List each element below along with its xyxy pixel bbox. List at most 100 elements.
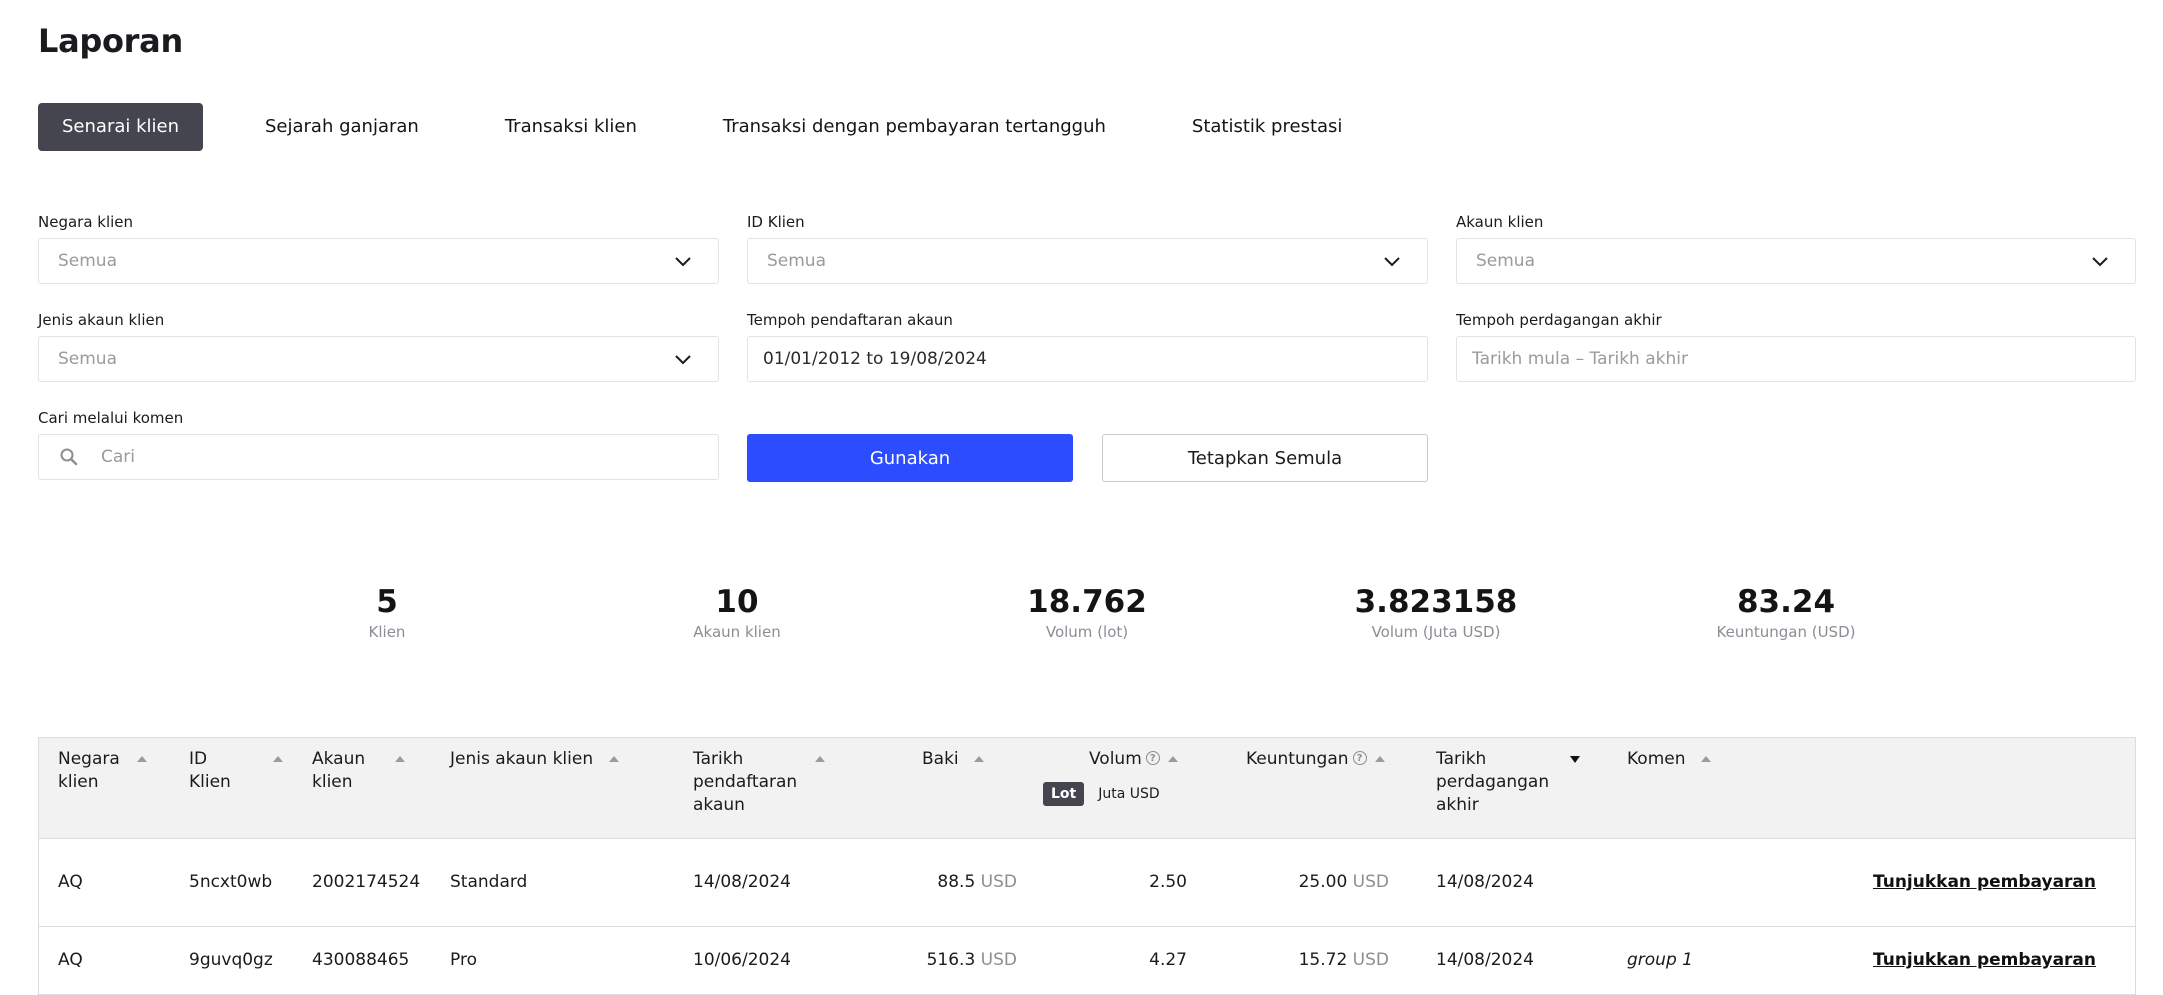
comment-search-input[interactable]: Cari — [38, 434, 719, 480]
header-text: Negara — [58, 749, 120, 769]
cell-account: 2002174524 — [312, 872, 421, 892]
search-icon — [60, 448, 78, 466]
table-header: Negara klien ID Klien Akaun klien Jenis … — [39, 738, 2135, 839]
sort-icon — [974, 756, 985, 762]
cell-comment: group 1 — [1627, 950, 1693, 970]
cell-country: AQ — [58, 872, 83, 892]
header-text: Klien — [189, 772, 231, 792]
header-text: Tarikh — [693, 749, 744, 769]
client-id-label: ID Klien — [747, 213, 805, 231]
registration-period-input[interactable]: 01/01/2012 to 19/08/2024 — [747, 336, 1428, 382]
currency: USD — [980, 950, 1017, 970]
last-trading-period-placeholder: Tarikh mula – Tarikh akhir — [1472, 349, 1688, 369]
sort-icon — [1700, 756, 1711, 762]
cell-last-trade-date: 14/08/2024 — [1436, 872, 1534, 892]
stat-label: Keuntungan (USD) — [1716, 623, 1856, 641]
client-country-label: Negara klien — [38, 213, 134, 231]
header-text: Komen — [1627, 749, 1686, 769]
chevron-down-icon — [1384, 257, 1400, 267]
header-comment[interactable]: Komen — [1627, 748, 1711, 771]
header-volume[interactable]: Volum? — [1089, 748, 1178, 771]
cell-profit: 25.00 USD — [1299, 839, 1389, 926]
tab-performance-stats[interactable]: Statistik prestasi — [1168, 103, 1367, 151]
show-payments-link[interactable]: Tunjukkan pembayaran — [1873, 927, 2096, 994]
header-text: Baki — [922, 749, 959, 769]
tab-reward-history[interactable]: Sejarah ganjaran — [241, 103, 443, 151]
cell-last-trade-date: 14/08/2024 — [1436, 950, 1534, 970]
client-account-label: Akaun klien — [1456, 213, 1544, 231]
header-text: Tarikh — [1436, 749, 1487, 769]
report-tabs: Senarai klien Sejarah ganjaran Transaksi… — [38, 103, 1404, 151]
cell-volume: 2.50 — [1149, 872, 1187, 892]
client-id-value: Semua — [767, 251, 827, 271]
chevron-down-icon — [675, 355, 691, 365]
stat-volume-musd: 3.823158 Volum (Juta USD) — [1306, 583, 1566, 641]
comment-search-label: Cari melalui komen — [38, 409, 184, 427]
last-trading-period-input[interactable]: Tarikh mula – Tarikh akhir — [1456, 336, 2136, 382]
cell-balance: 88.5 USD — [937, 839, 1017, 926]
cell-registration-date: 14/08/2024 — [693, 872, 791, 892]
currency: USD — [1352, 872, 1389, 892]
sort-icon — [272, 756, 283, 762]
help-icon[interactable]: ? — [1145, 750, 1160, 765]
client-id-select[interactable]: Semua — [747, 238, 1428, 284]
table-row: AQ 9guvq0gz 430088465 Pro 10/06/2024 516… — [39, 927, 2135, 995]
header-text: Keuntungan — [1246, 749, 1349, 769]
header-last-trade-date[interactable]: Tarikh perdagangan akhir — [1436, 748, 1580, 817]
account-type-select[interactable]: Semua — [38, 336, 719, 382]
stat-volume-lot: 18.762 Volum (lot) — [957, 583, 1217, 641]
volume-unit-toggle: Lot Juta USD — [1043, 782, 1160, 806]
stat-value: 18.762 — [1027, 584, 1147, 620]
apply-button[interactable]: Gunakan — [747, 434, 1073, 482]
cell-account: 430088465 — [312, 950, 410, 970]
chevron-down-icon — [2092, 257, 2108, 267]
header-country[interactable]: Negara klien — [58, 748, 148, 794]
table-row: AQ 5ncxt0wb 2002174524 Standard 14/08/20… — [39, 839, 2135, 927]
header-client-id[interactable]: ID Klien — [189, 748, 283, 794]
client-account-value: Semua — [1476, 251, 1536, 271]
balance-value: 88.5 — [937, 872, 976, 892]
comment-search-placeholder: Cari — [101, 447, 135, 467]
sort-icon — [394, 756, 405, 762]
stat-client-accounts: 10 Akaun klien — [607, 583, 867, 641]
reset-button[interactable]: Tetapkan Semula — [1102, 434, 1428, 482]
tab-client-list[interactable]: Senarai klien — [38, 103, 203, 151]
chevron-down-icon — [675, 257, 691, 267]
header-text: klien — [58, 772, 99, 792]
stat-clients: 5 Klien — [257, 583, 517, 641]
header-text: Jenis akaun klien — [450, 749, 594, 769]
client-account-select[interactable]: Semua — [1456, 238, 2136, 284]
header-registration-date[interactable]: Tarikh pendaftaran akaun — [693, 748, 825, 817]
cell-client-id: 5ncxt0wb — [189, 872, 273, 892]
sort-icon — [608, 756, 619, 762]
sort-icon — [1374, 756, 1385, 762]
header-account[interactable]: Akaun klien — [312, 748, 405, 794]
show-payments-link[interactable]: Tunjukkan pembayaran — [1873, 839, 2096, 926]
client-country-value: Semua — [58, 251, 118, 271]
header-balance[interactable]: Baki — [922, 748, 985, 771]
balance-value: 516.3 — [926, 950, 976, 970]
help-icon[interactable]: ? — [1352, 750, 1367, 765]
stat-label: Volum (Juta USD) — [1371, 623, 1501, 641]
tab-deferred-transactions[interactable]: Transaksi dengan pembayaran tertangguh — [699, 103, 1130, 151]
cell-client-id: 9guvq0gz — [189, 950, 273, 970]
profit-value: 25.00 — [1298, 872, 1348, 892]
registration-period-label: Tempoh pendaftaran akaun — [747, 311, 953, 329]
header-account-type[interactable]: Jenis akaun klien — [450, 748, 619, 771]
stat-value: 10 — [715, 584, 759, 620]
profit-value: 15.72 — [1298, 950, 1348, 970]
sort-desc-icon — [1569, 755, 1580, 763]
cell-volume: 4.27 — [1149, 950, 1187, 970]
stat-value: 5 — [376, 584, 398, 620]
cell-balance: 516.3 USD — [927, 927, 1017, 994]
stat-value: 3.823158 — [1354, 584, 1518, 620]
sort-icon — [137, 756, 148, 762]
currency: USD — [980, 872, 1017, 892]
client-country-select[interactable]: Semua — [38, 238, 719, 284]
header-profit[interactable]: Keuntungan? — [1246, 748, 1385, 771]
unit-lot-button[interactable]: Lot — [1043, 782, 1085, 806]
tab-client-transactions[interactable]: Transaksi klien — [481, 103, 661, 151]
header-text: akaun — [693, 795, 745, 815]
account-type-value: Semua — [58, 349, 118, 369]
unit-musd-button[interactable]: Juta USD — [1098, 786, 1159, 802]
